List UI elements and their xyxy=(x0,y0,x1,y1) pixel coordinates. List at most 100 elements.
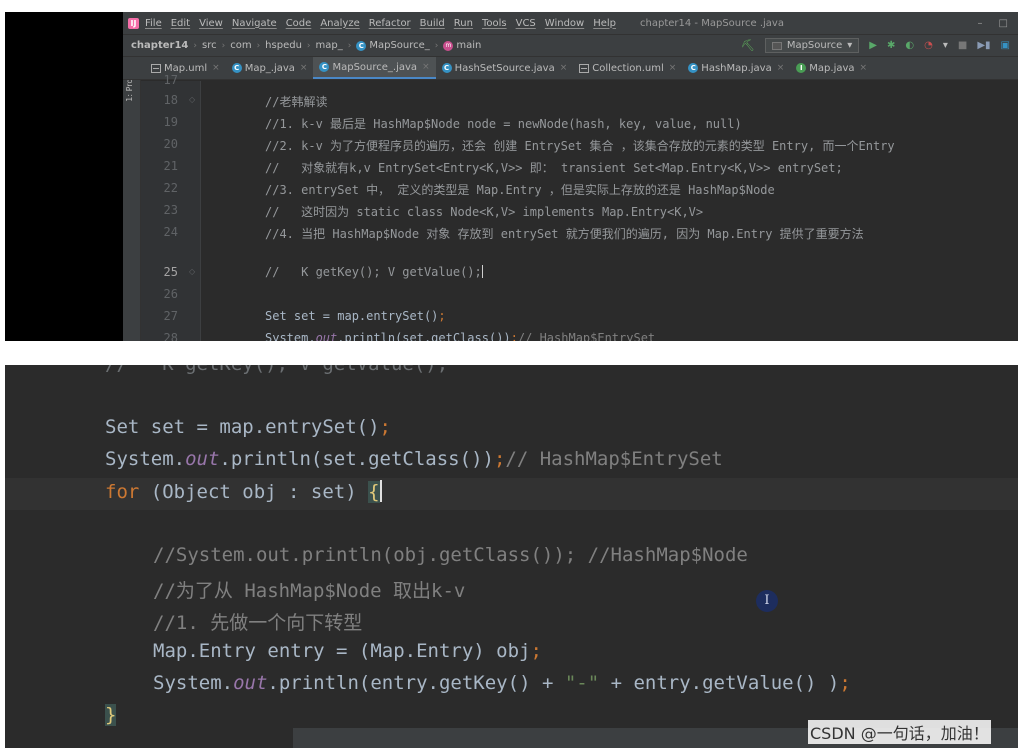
ide-screenshot-top: IJ File Edit View Navigate Code Analyze … xyxy=(5,12,1018,341)
line-number: 19 xyxy=(163,115,178,129)
fold-icon[interactable]: ◇ xyxy=(189,267,195,276)
line-number: 17 xyxy=(163,73,178,87)
code-line: // 对象就有k,v EntrySet<Entry<K,V>> 即： trans… xyxy=(265,161,843,175)
code-field: out xyxy=(315,331,338,341)
tab-label: Map.uml xyxy=(164,62,208,74)
profile-icon[interactable]: ◔ xyxy=(924,40,933,51)
menu-navigate[interactable]: Navigate xyxy=(232,18,277,29)
tab-label: Collection.uml xyxy=(592,62,664,74)
breadcrumb-src[interactable]: src xyxy=(202,40,217,51)
menu-analyze[interactable]: Analyze xyxy=(320,18,359,29)
semicolon: ; xyxy=(438,309,446,323)
menu-tools[interactable]: Tools xyxy=(482,18,507,29)
line-number: 24 xyxy=(163,225,178,239)
class-icon: C xyxy=(356,40,367,51)
stop-icon[interactable]: ■ xyxy=(958,40,967,51)
code-text: + entry.getValue() ) xyxy=(599,672,840,694)
class-icon: C xyxy=(688,63,699,73)
menu-file[interactable]: File xyxy=(145,18,162,29)
breadcrumb-mapsource[interactable]: C MapSource_ xyxy=(356,40,430,51)
text-caret xyxy=(379,480,382,502)
close-icon[interactable]: × xyxy=(300,63,308,73)
fold-icon[interactable]: ◇ xyxy=(189,95,195,104)
breadcrumb-project[interactable]: chapter14 xyxy=(131,40,188,51)
menu-edit[interactable]: Edit xyxy=(171,18,190,29)
close-icon[interactable]: × xyxy=(777,63,785,73)
tab-hashsetsource-java[interactable]: C HashSetSource.java × xyxy=(436,57,574,79)
tab-label: HashMap.java xyxy=(701,62,772,74)
chevron-right-icon: › xyxy=(256,40,261,51)
config-icon xyxy=(771,41,782,50)
menu-code[interactable]: Code xyxy=(286,18,312,29)
tab-mapsource-java[interactable]: C MapSource_.java × xyxy=(313,57,436,79)
close-icon[interactable]: × xyxy=(422,62,430,72)
tab-map-java[interactable]: C Map_.java × xyxy=(226,57,314,79)
menu-vcs[interactable]: VCS xyxy=(516,18,536,29)
build-project-icon[interactable]: ▶▮ xyxy=(977,40,990,51)
tab-hashmap-java[interactable]: C HashMap.java × xyxy=(682,57,790,79)
menu-run[interactable]: Run xyxy=(454,18,473,29)
chevron-right-icon: › xyxy=(434,40,439,51)
line-number: 25 xyxy=(163,265,178,279)
code-line: //3. entrySet 中， 定义的类型是 Map.Entry ，但是实际上… xyxy=(265,183,775,197)
line-number: 20 xyxy=(163,137,178,151)
close-icon[interactable]: × xyxy=(860,63,868,73)
run-config-select[interactable]: MapSource ▾ xyxy=(764,38,860,53)
menu-build[interactable]: Build xyxy=(420,18,445,29)
project-structure-icon[interactable]: ▣ xyxy=(1001,40,1010,51)
code-line: Map.Entry entry = (Map.Entry) obj; xyxy=(153,640,542,662)
breadcrumb-com[interactable]: com xyxy=(230,40,251,51)
line-number: 28 xyxy=(163,331,178,341)
code-text: Set set = map.entrySet() xyxy=(105,416,380,438)
chevron-right-icon: › xyxy=(306,40,311,51)
line-number: 22 xyxy=(163,181,178,195)
close-icon[interactable]: × xyxy=(669,63,677,73)
line-number: 27 xyxy=(163,309,178,323)
breadcrumb-main[interactable]: m main xyxy=(443,40,481,51)
line-number: 26 xyxy=(163,287,178,301)
close-icon[interactable]: × xyxy=(560,63,568,73)
hammer-icon[interactable]: ⛏ xyxy=(741,39,755,52)
coverage-icon[interactable]: ◐ xyxy=(905,40,914,51)
code-line: Set set = map.entrySet(); xyxy=(105,416,391,438)
breadcrumb-map[interactable]: map_ xyxy=(316,40,343,51)
code-line: //1. k-v 最后是 HashMap$Node node = newNode… xyxy=(265,117,742,131)
code-text: .println(set.getClass()) xyxy=(219,448,494,470)
code-comment-line: //为了从 HashMap$Node 取出k-v xyxy=(153,580,466,602)
tab-map-interface-java[interactable]: I Map.java × xyxy=(790,57,873,79)
code-comment-line: //System.out.println(obj.getClass()); //… xyxy=(153,544,748,566)
menu-help[interactable]: Help xyxy=(593,18,616,29)
code-line-current: // K getKey(); V getValue(); xyxy=(265,265,483,279)
code-comment-line: //1. 先做一个向下转型 xyxy=(153,612,363,634)
menu-view[interactable]: View xyxy=(199,18,223,29)
code-line: //4. 当把 HashMap$Node 对象 存放到 entrySet 就方便… xyxy=(265,227,864,241)
uml-icon xyxy=(151,63,161,73)
code-text: .println(set.getClass()) xyxy=(337,331,511,341)
code-field: out xyxy=(185,448,220,470)
method-icon: m xyxy=(443,40,454,51)
code-line-text: // K getKey(); V getValue(); xyxy=(265,265,482,279)
code-editor[interactable]: //老韩解读 //1. k-v 最后是 HashMap$Node node = … xyxy=(201,81,1018,341)
run-icon[interactable]: ▶ xyxy=(869,40,877,51)
text-caret xyxy=(481,265,483,278)
code-line: System.out.println(entry.getKey() + "-" … xyxy=(153,672,851,694)
black-margin xyxy=(5,12,123,341)
semicolon: ; xyxy=(510,331,518,341)
breadcrumb-main-label: main xyxy=(456,40,482,51)
maximize-button[interactable]: □ xyxy=(999,18,1008,29)
breadcrumb-hspedu[interactable]: hspedu xyxy=(265,40,302,51)
uml-icon xyxy=(579,63,590,73)
semicolon: ; xyxy=(379,416,391,438)
chevron-down-icon[interactable]: ▾ xyxy=(943,40,948,51)
debug-icon[interactable]: ✱ xyxy=(887,40,895,51)
class-icon: C xyxy=(231,63,242,73)
tab-collection-uml[interactable]: Collection.uml × xyxy=(573,57,682,79)
close-icon[interactable]: × xyxy=(212,63,220,73)
menu-window[interactable]: Window xyxy=(545,18,584,29)
menu-refactor[interactable]: Refactor xyxy=(369,18,411,29)
class-icon: C xyxy=(319,62,330,72)
zoomed-code-screenshot: // K getKey(); V getValue(); Set set = m… xyxy=(5,365,1018,748)
window-controls: – □ xyxy=(978,18,1018,29)
minimize-button[interactable]: – xyxy=(978,18,983,29)
chevron-right-icon: › xyxy=(347,40,352,51)
